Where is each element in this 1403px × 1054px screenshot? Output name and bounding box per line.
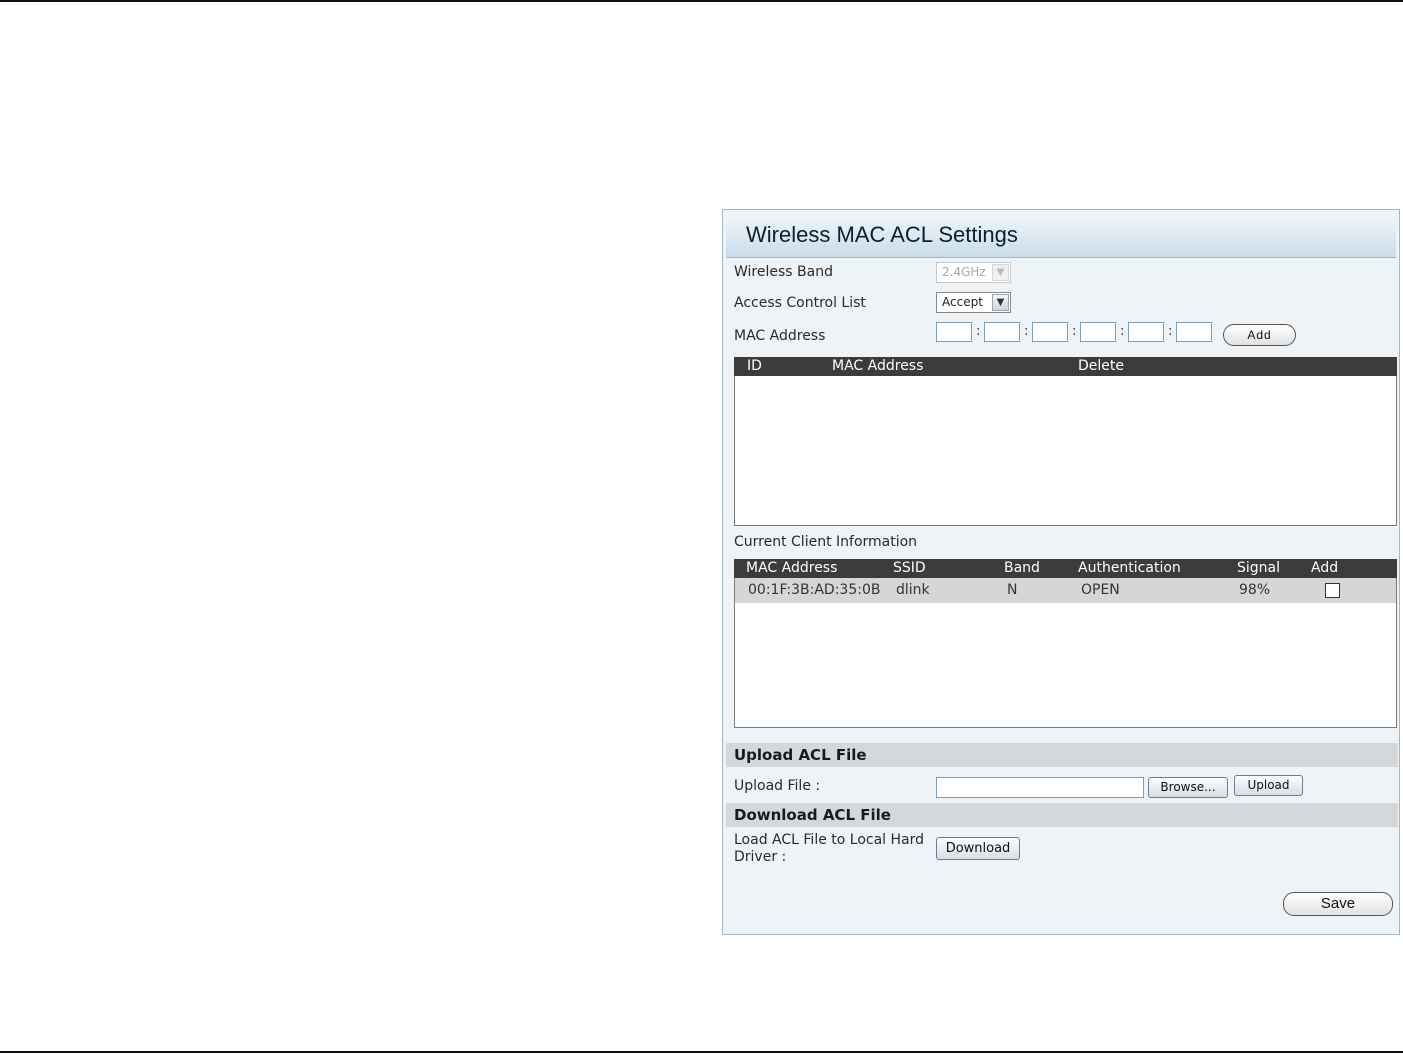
mac-address-label: MAC Address	[734, 328, 826, 344]
client-auth-cell: OPEN	[1081, 582, 1120, 598]
mac-octet-1[interactable]	[936, 322, 972, 342]
client-header-add: Add	[1311, 560, 1339, 576]
mac-octet-6[interactable]	[1176, 322, 1212, 342]
client-header-ssid: SSID	[893, 560, 926, 576]
upload-button[interactable]: Upload	[1234, 775, 1303, 796]
bottom-rule	[0, 1051, 1403, 1053]
colon-separator: :	[1168, 324, 1173, 339]
acl-header-id: ID	[747, 358, 762, 374]
upload-section-header: Upload ACL File	[726, 743, 1398, 767]
table-row: 00:1F:3B:AD:35:0B dlink N OPEN 98%	[735, 578, 1396, 603]
upload-section-title: Upload ACL File	[734, 746, 867, 764]
client-ssid-cell: dlink	[896, 582, 930, 598]
upload-file-label: Upload File :	[734, 778, 821, 794]
acl-header-delete: Delete	[1078, 358, 1124, 374]
client-header-mac: MAC Address	[746, 560, 838, 576]
client-header-band: Band	[1004, 560, 1040, 576]
download-section-header: Download ACL File	[726, 803, 1398, 827]
mac-octet-2[interactable]	[984, 322, 1020, 342]
panel-header: Wireless MAC ACL Settings	[726, 213, 1396, 258]
download-label-line2: Driver :	[734, 849, 787, 865]
acl-value: Accept	[942, 295, 983, 309]
wireless-band-select[interactable]: 2.4GHz ▼	[936, 262, 1011, 283]
acl-header-mac: MAC Address	[832, 358, 924, 374]
acl-table-body	[734, 376, 1397, 526]
client-table-header: MAC Address SSID Band Authentication Sig…	[734, 559, 1397, 578]
browse-button[interactable]: Browse...	[1148, 777, 1228, 798]
upload-file-path-input[interactable]	[936, 777, 1144, 798]
client-mac-cell: 00:1F:3B:AD:35:0B	[748, 582, 881, 598]
client-header-auth: Authentication	[1078, 560, 1181, 576]
download-button[interactable]: Download	[936, 837, 1020, 860]
wireless-band-label: Wireless Band	[734, 264, 833, 280]
colon-separator: :	[1120, 324, 1125, 339]
acl-table-header: ID MAC Address Delete	[734, 357, 1397, 376]
download-section-title: Download ACL File	[734, 806, 891, 824]
acl-label: Access Control List	[734, 295, 866, 311]
colon-separator: :	[1024, 324, 1029, 339]
client-header-signal: Signal	[1237, 560, 1281, 576]
acl-select[interactable]: Accept ▼	[936, 292, 1011, 313]
client-signal-cell: 98%	[1239, 582, 1271, 598]
client-band-cell: N	[1007, 582, 1018, 598]
mac-octet-5[interactable]	[1128, 322, 1164, 342]
client-add-checkbox[interactable]	[1325, 583, 1340, 598]
wireless-band-value: 2.4GHz	[942, 265, 986, 279]
save-button[interactable]: Save	[1283, 892, 1393, 916]
chevron-down-icon: ▼	[992, 264, 1009, 281]
colon-separator: :	[976, 324, 981, 339]
top-rule	[0, 0, 1403, 2]
panel-title: Wireless MAC ACL Settings	[746, 222, 1018, 247]
mac-octet-3[interactable]	[1032, 322, 1068, 342]
colon-separator: :	[1072, 324, 1077, 339]
download-label-line1: Load ACL File to Local Hard	[734, 832, 925, 848]
mac-octet-4[interactable]	[1080, 322, 1116, 342]
chevron-down-icon: ▼	[992, 294, 1009, 311]
client-info-title: Current Client Information	[734, 534, 918, 550]
add-mac-button[interactable]: Add	[1223, 324, 1296, 346]
